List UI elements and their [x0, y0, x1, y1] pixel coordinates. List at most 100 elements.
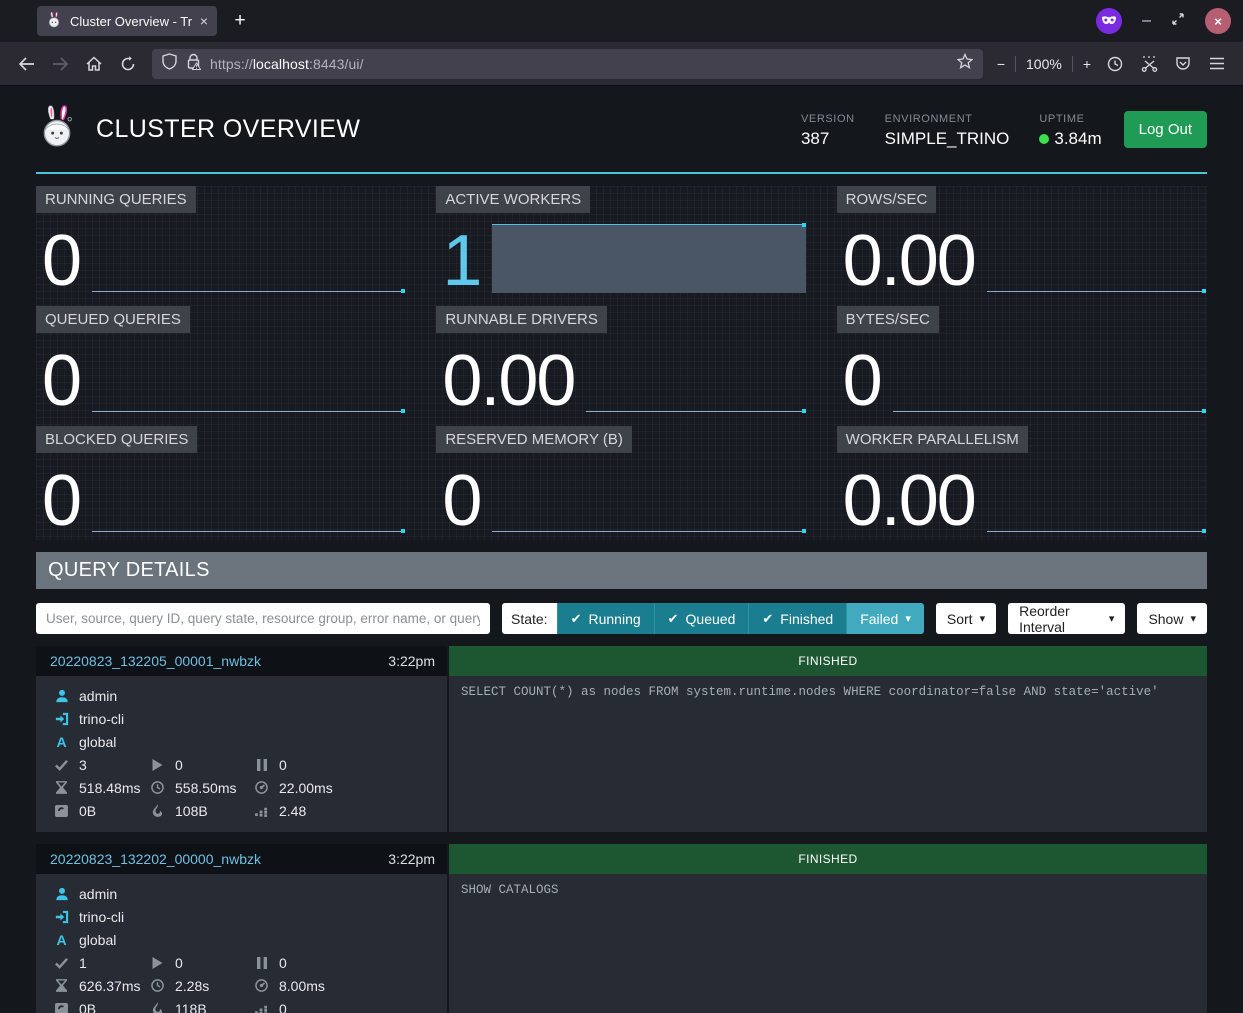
- zoom-level[interactable]: 100%: [1026, 56, 1062, 72]
- logout-button[interactable]: Log Out: [1124, 111, 1207, 148]
- home-icon[interactable]: [78, 49, 110, 79]
- cpu-time: 2.28s: [175, 978, 209, 994]
- user-icon: [53, 689, 70, 703]
- query-id-link[interactable]: 20220823_132202_00000_nwbzk: [50, 851, 261, 867]
- sparkline-chart: [893, 344, 1206, 413]
- forward-icon[interactable]: [44, 49, 76, 79]
- state-filter-running[interactable]: ✔Running: [557, 603, 654, 634]
- chevron-down-icon: ▾: [905, 612, 911, 625]
- current-memory: 0B: [79, 803, 96, 819]
- bar-chart-icon: [253, 805, 270, 817]
- query-resource-group: global: [79, 734, 116, 750]
- sort-dropdown[interactable]: Sort▾: [936, 603, 996, 634]
- zoom-out-button[interactable]: −: [997, 56, 1005, 72]
- bar-chart-icon: [253, 1003, 270, 1013]
- stat-value: 0: [442, 471, 480, 533]
- pause-icon: [253, 957, 270, 969]
- query-user: admin: [79, 886, 117, 902]
- state-filter-queued[interactable]: ✔Queued: [654, 603, 749, 634]
- sign-in-icon: [53, 712, 70, 726]
- running-splits: 0: [175, 955, 183, 971]
- lock-warning-icon[interactable]: [186, 53, 201, 75]
- browser-tab[interactable]: Cluster Overview - Trino ×: [37, 6, 217, 36]
- menu-hamburger-icon[interactable]: [1201, 49, 1233, 79]
- query-details-heading: QUERY DETAILS: [36, 552, 1207, 589]
- stat-value: 1: [442, 231, 480, 293]
- window-minimize-button[interactable]: –: [1142, 13, 1151, 29]
- stat-value: 0.00: [442, 351, 574, 413]
- browser-titlebar: Cluster Overview - Trino × + – ×: [0, 0, 1243, 42]
- search-input[interactable]: [36, 603, 490, 634]
- sparkline-chart: [92, 344, 405, 413]
- stat-label: QUEUED QUERIES: [36, 306, 190, 333]
- running-splits: 0: [175, 757, 183, 773]
- state-filter-finished[interactable]: ✔Finished: [748, 603, 846, 634]
- reload-icon[interactable]: [112, 49, 144, 79]
- query-id-link[interactable]: 20220823_132205_00001_nwbzk: [50, 653, 261, 669]
- url-text[interactable]: https://localhost:8443/ui/: [210, 56, 364, 72]
- bookmark-star-icon[interactable]: [957, 53, 973, 74]
- queued-splits: 0: [279, 955, 287, 971]
- back-icon[interactable]: [10, 49, 42, 79]
- url-path: :8443/ui/: [309, 56, 364, 72]
- screenshot-scissors-icon[interactable]: [1133, 49, 1165, 79]
- sparkline-chart: [492, 464, 805, 533]
- uptime-label: UPTIME: [1039, 113, 1101, 125]
- sparkline-chart: [987, 224, 1206, 293]
- stat-value: 0: [843, 351, 881, 413]
- reorder-interval-dropdown[interactable]: Reorder Interval▾: [1008, 603, 1125, 634]
- stat-tile-reserved-memory: RESERVED MEMORY (B) 0: [436, 426, 806, 538]
- shield-icon[interactable]: [162, 53, 177, 75]
- current-memory: 0B: [79, 1001, 96, 1013]
- query-filter-toolbar: State: ✔Running ✔Queued ✔Finished Failed…: [36, 603, 1207, 634]
- stat-label: RUNNABLE DRIVERS: [436, 306, 607, 333]
- show-dropdown[interactable]: Show▾: [1137, 603, 1207, 634]
- stat-value: 0: [42, 351, 80, 413]
- query-row: 20220823_132205_00001_nwbzk 3:22pm FINIS…: [36, 646, 1207, 832]
- query-time: 3:22pm: [388, 653, 435, 669]
- parallelism: 0: [279, 1001, 287, 1013]
- url-host: localhost: [253, 56, 309, 72]
- stat-tile-worker-parallelism: WORKER PARALLELISM 0.00: [837, 426, 1207, 538]
- window-close-button[interactable]: ×: [1205, 8, 1231, 34]
- query-time: 3:22pm: [388, 851, 435, 867]
- stat-tile-queued-queries: QUEUED QUERIES 0: [36, 306, 406, 418]
- stat-label: ROWS/SEC: [837, 186, 937, 213]
- query-row: 20220823_132202_00000_nwbzk 3:22pm FINIS…: [36, 844, 1207, 1013]
- sign-in-icon: [53, 910, 70, 924]
- sparkline-chart: [492, 224, 805, 293]
- completed-splits: 1: [79, 955, 87, 971]
- scale-icon: [53, 805, 70, 817]
- version-meta: VERSION 387: [801, 113, 855, 149]
- check-icon: [53, 957, 70, 969]
- history-clock-icon[interactable]: [1099, 49, 1131, 79]
- play-icon: [149, 957, 166, 969]
- fire-icon: [149, 804, 166, 817]
- page-header: CLUSTER OVERVIEW VERSION 387 ENVIRONMENT…: [36, 86, 1207, 174]
- page-title: CLUSTER OVERVIEW: [96, 115, 360, 144]
- completed-splits: 3: [79, 757, 87, 773]
- query-status-badge: FINISHED: [449, 646, 1207, 676]
- stat-label: WORKER PARALLELISM: [837, 426, 1028, 453]
- stat-label: RESERVED MEMORY (B): [436, 426, 632, 453]
- new-tab-button[interactable]: +: [225, 6, 255, 36]
- gauge-icon: [253, 781, 270, 794]
- clock-icon: [149, 979, 166, 992]
- stat-label: BYTES/SEC: [837, 306, 939, 333]
- parallelism: 2.48: [279, 803, 306, 819]
- query-user: admin: [79, 688, 117, 704]
- zoom-in-button[interactable]: +: [1083, 56, 1091, 72]
- execution-time: 8.00ms: [279, 978, 325, 994]
- query-sql-text: SELECT COUNT(*) as nodes FROM system.run…: [447, 676, 1207, 832]
- pocket-icon[interactable]: [1167, 49, 1199, 79]
- stat-value: 0.00: [843, 471, 975, 533]
- window-restore-button[interactable]: [1171, 12, 1185, 31]
- browser-navbar: https://localhost:8443/ui/ − 100% +: [0, 42, 1243, 86]
- tab-close-icon[interactable]: ×: [200, 13, 208, 29]
- gauge-icon: [253, 979, 270, 992]
- cluster-stats-grid: RUNNING QUERIES 0 ACTIVE WORKERS 1 ROWS/…: [36, 186, 1207, 540]
- url-bar[interactable]: https://localhost:8443/ui/: [152, 49, 983, 79]
- trino-favicon: [46, 12, 62, 31]
- queued-splits: 0: [279, 757, 287, 773]
- state-filter-failed-dropdown[interactable]: Failed▾: [846, 603, 924, 634]
